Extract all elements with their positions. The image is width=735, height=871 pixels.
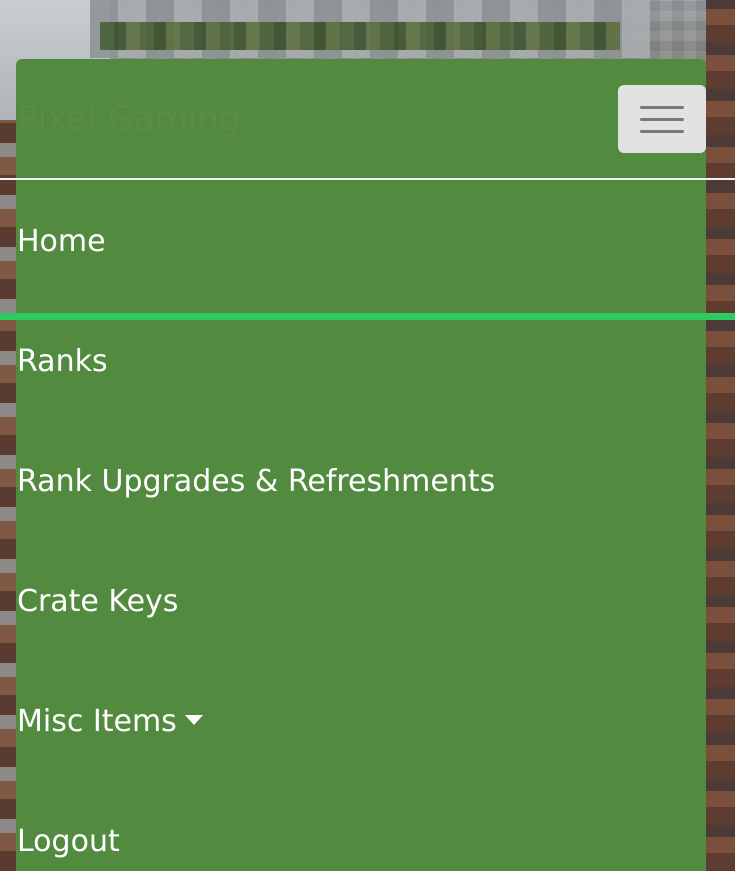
nav-dropdown-label: Misc Items <box>17 704 177 739</box>
background-wall-right <box>706 0 735 871</box>
nav-link-logout[interactable]: Logout <box>17 822 120 862</box>
navbar-toggle-button[interactable] <box>618 85 706 153</box>
nav-link-ranks[interactable]: Ranks <box>17 342 108 382</box>
nav-link-home[interactable]: Home <box>17 222 106 262</box>
nav-link-crate-keys[interactable]: Crate Keys <box>17 582 178 622</box>
active-indicator <box>0 313 735 320</box>
hamburger-menu-icon-bar <box>640 118 684 121</box>
nav-dropdown-misc-items[interactable]: Misc Items <box>17 702 203 742</box>
navbar-divider <box>0 178 735 180</box>
hamburger-menu-icon <box>640 106 684 109</box>
background-foliage <box>100 22 620 50</box>
hamburger-menu-icon-bar <box>640 130 684 133</box>
nav-link-rank-upgrades[interactable]: Rank Upgrades & Refreshments <box>17 462 495 502</box>
brand-logo-link[interactable]: Pixel Gaming <box>18 99 240 139</box>
background-wall-left <box>0 120 16 871</box>
caret-down-icon <box>184 714 203 725</box>
